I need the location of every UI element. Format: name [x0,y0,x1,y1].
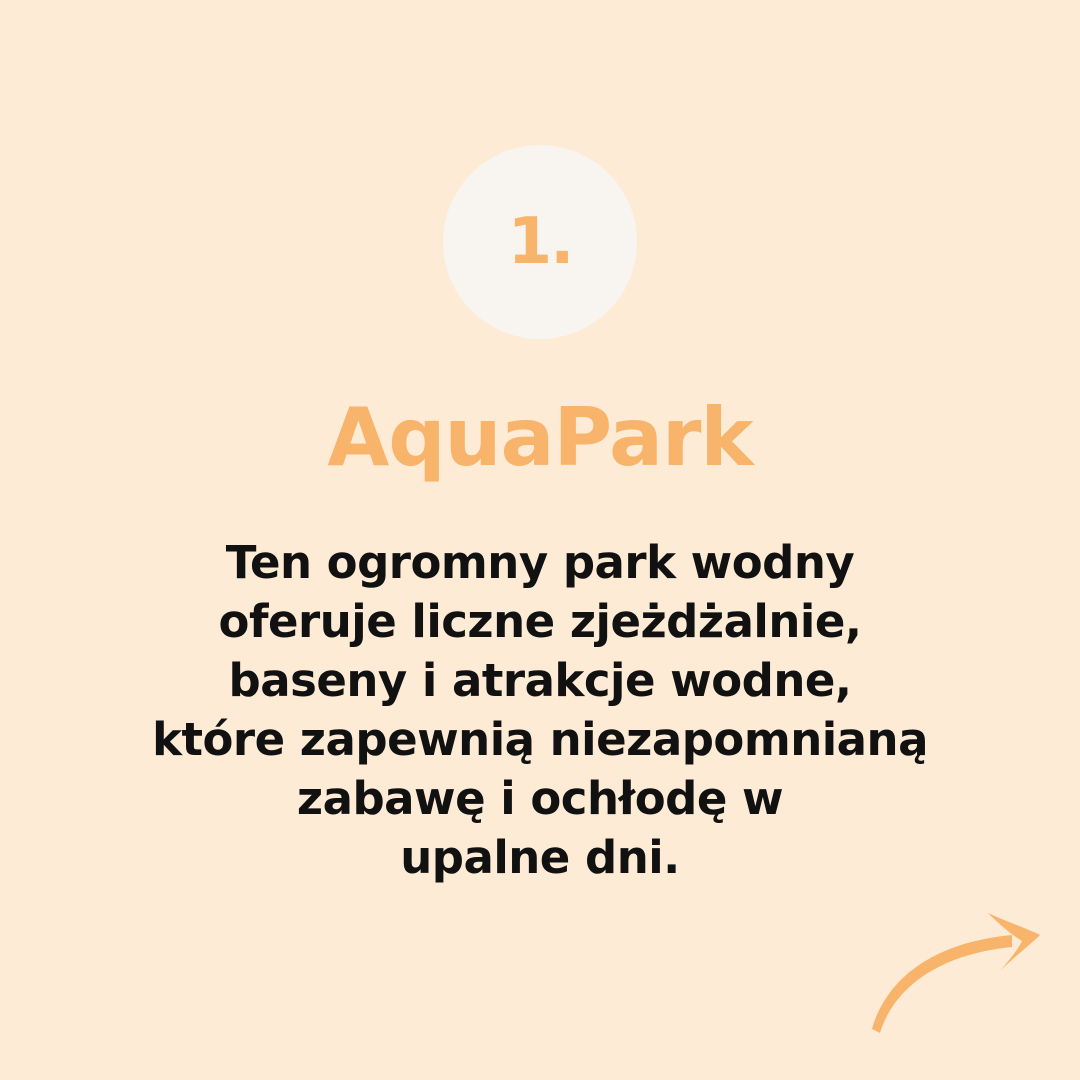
description: Ten ogromny park wodny oferuje liczne zj… [40,533,1040,887]
description-line: zabawę i ochłodę w [296,772,784,825]
description-line: oferuje liczne zjeżdżalnie, [218,595,862,648]
curved-arrow-right-icon[interactable] [862,905,1047,1040]
description-line: baseny i atrakcje wodne, [228,654,852,707]
description-line: które zapewnią niezapomnianą [152,713,928,766]
description-line: upalne dni. [400,831,680,884]
slide: 1. AquaPark Ten ogromny park wodny oferu… [0,0,1080,1080]
slide-title: AquaPark [327,391,753,484]
badge-number: 1. [507,205,575,279]
number-badge: 1. [443,145,637,339]
description-line: Ten ogromny park wodny [225,536,855,589]
